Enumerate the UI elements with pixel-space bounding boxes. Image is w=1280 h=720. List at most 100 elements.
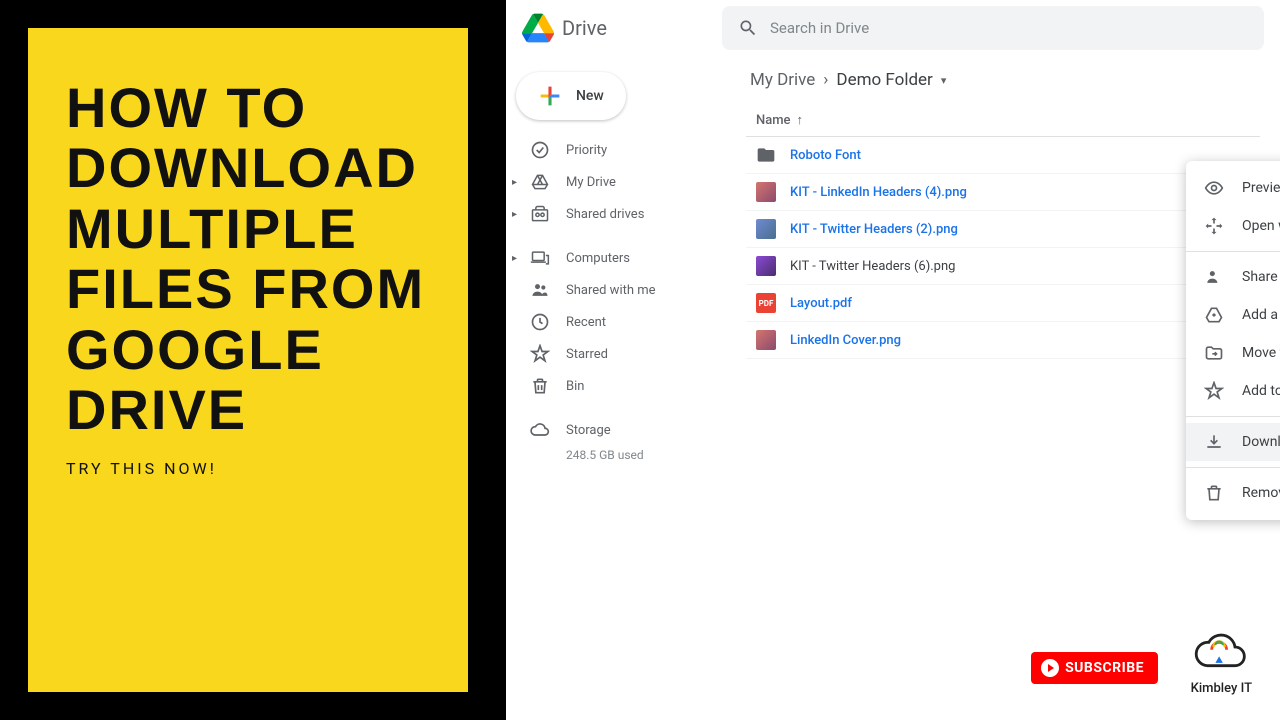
- download-icon: [1204, 432, 1224, 452]
- brand-logo: Kimbley IT: [1191, 633, 1252, 696]
- folder-icon: [756, 145, 776, 165]
- menu-item-label: Preview: [1242, 180, 1280, 196]
- menu-item-label: Remove: [1242, 485, 1280, 501]
- context-menu: Preview Open with › Share Add a shortcut…: [1186, 161, 1280, 520]
- star-icon: [530, 344, 550, 364]
- sidebar-item-label: Recent: [566, 315, 606, 330]
- pdf-icon: PDF: [756, 293, 776, 313]
- file-row-image[interactable]: KIT - Twitter Headers (6).png: [746, 248, 1260, 285]
- breadcrumb-current[interactable]: Demo Folder: [836, 70, 932, 90]
- image-thumbnail-icon: [756, 182, 776, 202]
- drive-window: Drive Search in Drive New Priority ▸ My …: [506, 0, 1280, 720]
- sidebar: New Priority ▸ My Drive ▸ Shared drives …: [506, 56, 726, 720]
- sort-arrow-up-icon: ↑: [797, 112, 804, 128]
- sidebar-item-label: Storage: [566, 423, 611, 438]
- sidebar-item-starred[interactable]: Starred: [506, 338, 726, 370]
- sidebar-item-sharedwithme[interactable]: Shared with me: [506, 274, 726, 306]
- sidebar-item-bin[interactable]: Bin: [506, 370, 726, 402]
- sidebar-item-mydrive[interactable]: ▸ My Drive: [506, 166, 726, 198]
- drive-logo-text: Drive: [562, 16, 607, 40]
- eye-icon: [1204, 178, 1224, 198]
- brand-cloud-icon: [1193, 633, 1249, 675]
- person-add-icon: [1204, 267, 1224, 287]
- file-name: KIT - Twitter Headers (6).png: [790, 259, 955, 274]
- column-header-name[interactable]: Name ↑: [746, 104, 1260, 137]
- file-name: Layout.pdf: [790, 296, 852, 311]
- file-name: Roboto Font: [790, 148, 861, 163]
- chevron-right-icon: ▸: [512, 253, 517, 264]
- promo-panel: HOW TO DOWNLOAD MULTIPLE FILES FROM GOOG…: [28, 28, 468, 692]
- search-placeholder: Search in Drive: [770, 19, 869, 37]
- main-area: My Drive › Demo Folder ▾ Name ↑ Roboto F…: [726, 56, 1280, 720]
- shared-drives-icon: [530, 204, 550, 224]
- chevron-right-icon: ▸: [512, 209, 517, 220]
- menu-item-download[interactable]: Download: [1186, 423, 1280, 461]
- sidebar-item-label: Bin: [566, 379, 584, 394]
- file-row-folder[interactable]: Roboto Font: [746, 137, 1260, 174]
- cloud-icon: [530, 420, 550, 440]
- search-bar[interactable]: Search in Drive: [722, 6, 1264, 50]
- file-row-image[interactable]: KIT - LinkedIn Headers (4).png: [746, 174, 1260, 211]
- brand-name: Kimbley IT: [1191, 681, 1252, 696]
- sidebar-item-label: Shared drives: [566, 207, 644, 222]
- menu-item-starred[interactable]: Add to Starred: [1186, 372, 1280, 410]
- new-button[interactable]: New: [516, 72, 626, 120]
- file-row-pdf[interactable]: PDF Layout.pdf: [746, 285, 1260, 322]
- open-with-icon: [1204, 216, 1224, 236]
- new-button-label: New: [576, 88, 604, 104]
- drive-logo-icon: [522, 12, 554, 44]
- file-name: KIT - Twitter Headers (2).png: [790, 222, 958, 237]
- menu-item-moveto[interactable]: Move to: [1186, 334, 1280, 372]
- menu-item-label: Add a shortcut to Drive: [1242, 307, 1280, 323]
- cursor-icon: ↖: [1119, 683, 1132, 702]
- menu-item-preview[interactable]: Preview: [1186, 169, 1280, 207]
- breadcrumb-root[interactable]: My Drive: [750, 70, 815, 90]
- clock-icon: [530, 312, 550, 332]
- menu-item-shortcut[interactable]: Add a shortcut to Drive ?: [1186, 296, 1280, 334]
- computers-icon: [530, 248, 550, 268]
- menu-item-openwith[interactable]: Open with ›: [1186, 207, 1280, 245]
- sidebar-item-shareddrives[interactable]: ▸ Shared drives: [506, 198, 726, 230]
- sidebar-item-recent[interactable]: Recent: [506, 306, 726, 338]
- people-icon: [530, 280, 550, 300]
- menu-divider: [1186, 467, 1280, 468]
- shortcut-icon: [1204, 305, 1224, 325]
- promo-title: HOW TO DOWNLOAD MULTIPLE FILES FROM GOOG…: [66, 78, 430, 441]
- menu-divider: [1186, 416, 1280, 417]
- check-circle-icon: [530, 140, 550, 160]
- menu-divider: [1186, 251, 1280, 252]
- storage-used-text: 248.5 GB used: [506, 446, 726, 462]
- sidebar-item-storage[interactable]: Storage: [506, 414, 726, 446]
- menu-item-label: Add to Starred: [1242, 383, 1280, 399]
- chevron-right-icon: ▸: [512, 177, 517, 188]
- sidebar-item-priority[interactable]: Priority: [506, 134, 726, 166]
- subscribe-label: SUBSCRIBE: [1065, 660, 1144, 676]
- star-icon: [1204, 381, 1224, 401]
- menu-item-label: Share: [1242, 269, 1278, 285]
- drive-header: Drive Search in Drive: [506, 0, 1280, 56]
- promo-subtitle: TRY THIS NOW!: [66, 459, 430, 478]
- subscribe-button[interactable]: SUBSCRIBE: [1031, 652, 1158, 684]
- file-row-image[interactable]: LinkedIn Cover.png: [746, 322, 1260, 359]
- sidebar-item-computers[interactable]: ▸ Computers: [506, 242, 726, 274]
- image-thumbnail-icon: [756, 219, 776, 239]
- chevron-down-icon[interactable]: ▾: [941, 74, 947, 87]
- sidebar-item-label: Computers: [566, 251, 630, 266]
- play-icon: [1041, 659, 1059, 677]
- move-icon: [1204, 343, 1224, 363]
- image-thumbnail-icon: [756, 256, 776, 276]
- trash-icon: [1204, 483, 1224, 503]
- menu-item-label: Move to: [1242, 345, 1280, 361]
- chevron-right-icon: ›: [823, 70, 828, 90]
- menu-item-label: Download: [1242, 434, 1280, 450]
- menu-item-remove[interactable]: Remove: [1186, 474, 1280, 512]
- drive-logo[interactable]: Drive: [522, 12, 722, 44]
- plus-icon: [536, 82, 564, 110]
- menu-item-share[interactable]: Share: [1186, 258, 1280, 296]
- sidebar-item-label: Priority: [566, 143, 607, 158]
- drive-icon: [530, 172, 550, 192]
- file-name: LinkedIn Cover.png: [790, 333, 901, 348]
- sidebar-item-label: Shared with me: [566, 283, 656, 298]
- breadcrumb: My Drive › Demo Folder ▾: [746, 56, 1260, 104]
- file-row-image[interactable]: KIT - Twitter Headers (2).png: [746, 211, 1260, 248]
